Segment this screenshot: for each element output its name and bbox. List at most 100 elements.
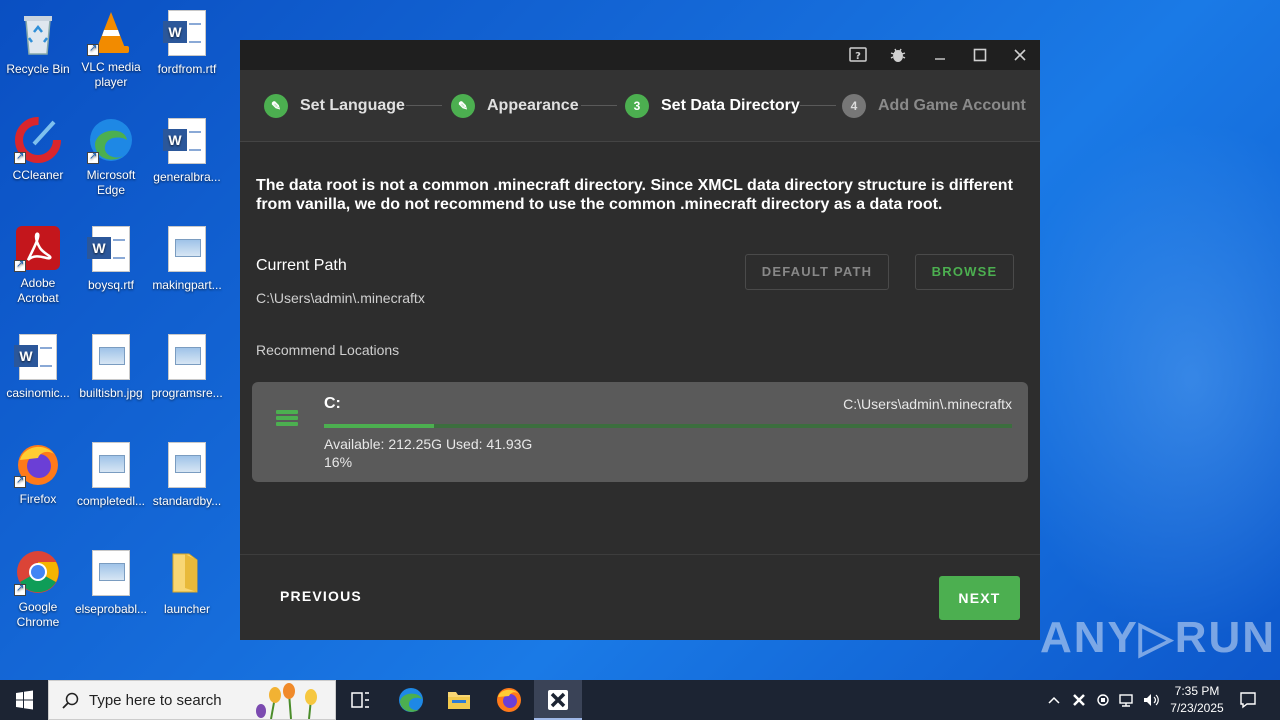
desktop-icon-label: boysq.rtf [87,278,135,292]
pencil-icon: ✎ [264,94,288,118]
shortcut-arrow-icon [14,473,26,488]
desktop-icon-label: Recycle Bin [6,62,70,76]
disk-available-used: Available: 212.25G Used: 41.93G [324,436,533,452]
desktop-icon-completedl[interactable]: completedl... [73,442,149,509]
desktop-icon-label: Adobe Acrobat [17,276,59,305]
taskbar-search-box[interactable]: Type here to search [48,680,336,720]
search-icon [62,692,79,709]
vlc-cone-icon [87,8,135,56]
drive-path: C:\Users\admin\.minecraftx [843,396,1012,412]
step-label: Set Data Directory [661,97,800,114]
step-add-game-account[interactable]: 4 Add Game Account [842,94,1026,118]
desktop-icon-label: VLC media player [81,60,141,89]
desktop-icon-launcher[interactable]: launcher [149,550,225,617]
desktop-icon-label: completedl... [76,494,146,508]
desktop-icon-casinomic[interactable]: W casinomic... [0,334,76,401]
desktop-icon-recycle-bin[interactable]: Recycle Bin [0,10,76,77]
clock-time: 7:35 PM [1174,684,1220,698]
firefox-taskbar-icon[interactable] [485,680,533,720]
notification-icon[interactable] [1234,680,1262,720]
help-icon[interactable]: ? [838,40,878,70]
step-number: 3 [625,94,649,118]
close-icon[interactable] [1000,40,1040,70]
search-placeholder: Type here to search [89,692,222,709]
desktop-icon-standardby[interactable]: standardby... [149,442,225,509]
disk-usage-text: Available: 212.25G Used: 41.93G 16% [324,435,532,471]
disk-usage-percent: 16% [324,454,353,470]
desktop-icon-programsre[interactable]: programsre... [149,334,225,401]
file-explorer-icon[interactable] [435,680,483,720]
desktop-icon-boysq[interactable]: W boysq.rtf [73,226,149,293]
bug-icon[interactable] [878,40,918,70]
maximize-icon[interactable] [960,40,1000,70]
next-button[interactable]: NEXT [939,576,1020,620]
folder-icon [163,550,211,598]
desktop-icon-vlc[interactable]: VLC media player [73,8,149,90]
disk-usage-fill [324,424,435,428]
image-file-icon [92,550,130,596]
drive-letter: C: [324,395,341,412]
current-path-title: Current Path [256,257,347,274]
recommend-locations-title: Recommend Locations [256,342,400,358]
step-set-language[interactable]: ✎ Set Language [264,94,405,118]
word-document-icon: W [87,226,130,272]
step-connector [406,105,442,106]
edge-taskbar-icon[interactable] [387,680,435,720]
image-file-icon [168,226,206,272]
setup-stepper: ✎ Set Language ✎ Appearance 3 Set Data D… [240,70,1040,142]
step-appearance[interactable]: ✎ Appearance [451,94,579,118]
desktop-icon-makingpart[interactable]: makingpart... [149,226,225,293]
tray-overflow-chevron-icon[interactable] [1044,680,1064,720]
previous-button[interactable]: PREVIOUS [268,588,368,608]
svg-text:?: ? [855,51,861,62]
task-view-icon[interactable] [336,680,384,720]
desktop-icon-label: casinomic... [6,386,70,400]
browse-button[interactable]: BROWSE [915,254,1014,290]
step-connector [581,105,617,106]
desktop-icon-ccleaner[interactable]: CCleaner [0,116,76,183]
image-file-icon [92,442,130,488]
windows-start-icon[interactable] [0,680,48,720]
desktop-icon-label: fordfrom.rtf [157,62,217,76]
xmcl-taskbar-icon[interactable] [534,680,582,720]
shortcut-arrow-icon [87,149,99,164]
volume-icon[interactable] [1140,680,1162,720]
step-set-data-directory[interactable]: 3 Set Data Directory [625,94,800,118]
step-label: Set Language [300,97,405,114]
desktop-icon-label: CCleaner [12,168,64,182]
window-titlebar: ? [240,40,1040,70]
desktop-icon-label: programsre... [151,386,223,400]
network-share-icon[interactable] [1092,680,1114,720]
ccleaner-icon [14,116,62,164]
xmcl-tray-icon[interactable] [1068,680,1090,720]
shortcut-arrow-icon [87,41,99,56]
network-icon[interactable] [1116,680,1138,720]
desktop-icon-label: Google Chrome [16,600,60,629]
step-number: 4 [842,94,866,118]
desktop-icon-acrobat[interactable]: Adobe Acrobat [0,224,76,306]
default-path-button[interactable]: DEFAULT PATH [745,254,889,290]
edge-icon [87,116,135,164]
drive-location-card[interactable]: C: C:\Users\admin\.minecraftx Available:… [252,382,1028,482]
desktop-icon-elseprobabl[interactable]: elseprobabl... [73,550,149,617]
desktop-icon-label: launcher [163,602,211,616]
taskbar-clock[interactable]: 7:35 PM 7/23/2025 [1160,683,1234,717]
desktop-icon-label: Microsoft Edge [86,168,136,197]
current-path-value: C:\Users\admin\.minecraftx [256,290,425,306]
minimize-icon[interactable] [920,40,960,70]
xmcl-setup-window: ? ✎ Set Language ✎ Appearance 3 Set Data… [240,40,1040,640]
desktop-icon-firefox[interactable]: Firefox [0,440,76,507]
step-connector [800,105,836,106]
word-document-icon: W [14,334,57,380]
desktop-icon-generalbra[interactable]: W generalbra... [149,118,225,185]
pencil-icon: ✎ [451,94,475,118]
desktop-icon-label: elseprobabl... [74,602,148,616]
recycle-bin-icon [14,10,62,58]
desktop-icon-edge[interactable]: Microsoft Edge [73,116,149,198]
desktop-icon-builtisbn[interactable]: builtisbn.jpg [73,334,149,401]
shortcut-arrow-icon [14,149,26,164]
word-document-icon: W [163,118,206,164]
desktop-icon-fordfrom[interactable]: W fordfrom.rtf [149,10,225,77]
acrobat-icon [14,224,62,272]
desktop-icon-chrome[interactable]: Google Chrome [0,548,76,630]
